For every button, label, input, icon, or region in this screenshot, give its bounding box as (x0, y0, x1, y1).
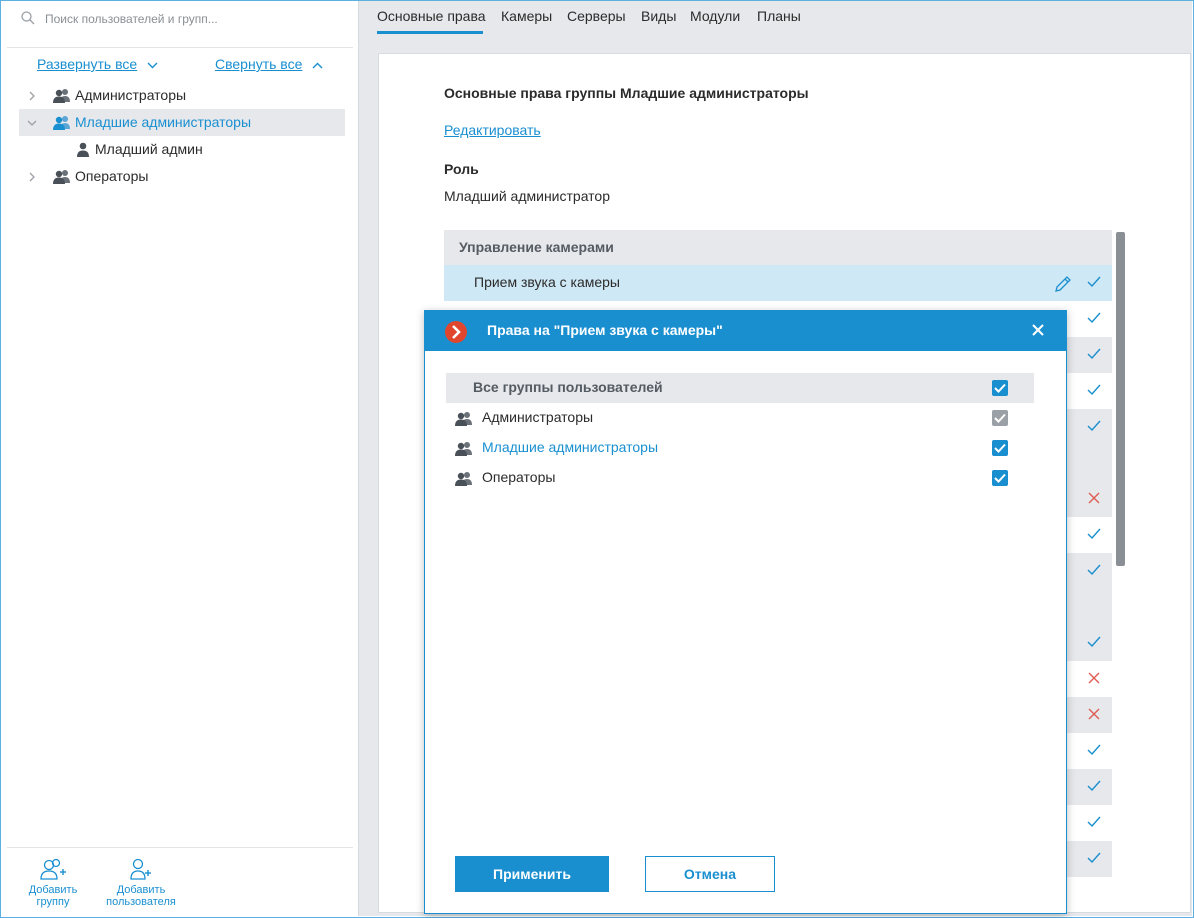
check-icon (1087, 312, 1101, 324)
expand-all-control[interactable]: Развернуть все (37, 56, 158, 72)
apply-button[interactable]: Применить (455, 856, 609, 892)
permission-dialog: Права на "Прием звука с камеры" Все груп… (424, 310, 1067, 914)
chevron-down-icon[interactable] (27, 120, 37, 126)
search-input[interactable] (43, 11, 347, 27)
tree-item-label: Младший админ (95, 141, 203, 157)
permission-label: Прием звука с камеры (474, 274, 620, 290)
user-group-icon (53, 89, 70, 103)
tree-item-operators[interactable]: Операторы (19, 163, 345, 190)
add-user-button[interactable]: Добавить пользователя (99, 858, 183, 908)
group-row-administrators[interactable]: Администраторы (446, 403, 1034, 433)
section-header-label: Управление камерами (459, 239, 614, 255)
check-icon (1087, 564, 1101, 576)
users-sidebar: Развернуть все Свернуть все Администрато… (1, 1, 359, 916)
check-icon (1087, 348, 1101, 360)
group-checkbox[interactable] (992, 470, 1008, 486)
add-group-button[interactable]: Добавить группу (21, 858, 85, 908)
check-icon (1087, 384, 1101, 396)
tree-controls: Развернуть все Свернуть все (37, 56, 327, 76)
tree-item-junior-administrators[interactable]: Младшие администраторы (19, 109, 345, 136)
chevron-right-icon[interactable] (29, 172, 35, 182)
add-user-label-line2: пользователя (106, 896, 176, 908)
role-heading: Роль (444, 161, 479, 177)
tab-servers[interactable]: Серверы (567, 8, 626, 24)
tree-item-label: Операторы (75, 168, 149, 184)
sidebar-bottom-bar: Добавить группу Добавить пользователя (7, 847, 353, 917)
app-logo-icon (445, 321, 467, 343)
user-group-icon (455, 472, 472, 486)
section-header: Управление камерами (444, 230, 1112, 265)
user-group-icon (455, 442, 472, 456)
tab-cameras[interactable]: Камеры (501, 8, 552, 24)
cross-icon (1088, 492, 1100, 504)
edit-link[interactable]: Редактировать (444, 122, 541, 138)
check-icon (1087, 816, 1101, 828)
user-group-icon (53, 170, 70, 184)
add-user-label-line1: Добавить (116, 884, 166, 896)
tab-basic-rights[interactable]: Основные права (377, 8, 486, 24)
all-groups-label: Все группы пользователей (473, 379, 663, 395)
user-icon (77, 142, 89, 157)
scrollbar[interactable] (1116, 232, 1125, 566)
dialog-header: Права на "Прием звука с камеры" (425, 311, 1066, 351)
search-bar (7, 1, 353, 48)
tree-item-junior-admin-user[interactable]: Младший админ (19, 136, 345, 163)
user-group-icon (455, 412, 472, 426)
all-groups-checkbox[interactable] (992, 380, 1008, 396)
group-label: Администраторы (482, 409, 594, 425)
expand-all-link[interactable]: Развернуть все (37, 56, 137, 72)
dialog-title: Права на "Прием звука с камеры" (487, 322, 723, 338)
search-icon (21, 11, 35, 28)
user-group-icon (53, 116, 70, 130)
check-icon (1087, 636, 1101, 648)
all-groups-row[interactable]: Все группы пользователей (446, 373, 1034, 403)
group-label: Младшие администраторы (482, 439, 659, 455)
pencil-icon[interactable] (1053, 274, 1073, 294)
active-tab-indicator (377, 31, 483, 34)
cancel-button[interactable]: Отмена (645, 856, 775, 892)
check-icon (1087, 528, 1101, 540)
check-icon (1087, 276, 1101, 288)
group-label: Операторы (482, 469, 556, 485)
group-row-junior-administrators[interactable]: Младшие администраторы (446, 433, 1034, 463)
tree-item-label: Младшие администраторы (75, 114, 252, 130)
add-group-label-line2: группу (36, 896, 70, 908)
role-value: Младший администратор (444, 188, 611, 204)
tab-modules[interactable]: Модули (690, 8, 740, 24)
collapse-all-control[interactable]: Свернуть все (215, 56, 323, 72)
check-icon (1087, 744, 1101, 756)
add-group-label-line1: Добавить (28, 884, 78, 896)
cross-icon (1088, 708, 1100, 720)
add-user-icon (130, 858, 151, 880)
tree-item-label: Администраторы (75, 87, 187, 103)
collapse-all-link[interactable]: Свернуть все (215, 56, 302, 72)
tree-item-administrators[interactable]: Администраторы (19, 82, 345, 109)
check-icon (1087, 780, 1101, 792)
tab-views[interactable]: Виды (641, 8, 676, 24)
chevron-down-icon (147, 62, 158, 69)
group-checkbox[interactable] (992, 440, 1008, 456)
chevron-right-icon[interactable] (29, 91, 35, 101)
page-title: Основные права группы Младшие администра… (444, 85, 809, 101)
tab-plans[interactable]: Планы (757, 8, 801, 24)
close-icon[interactable] (1031, 323, 1045, 337)
table-row[interactable]: Прием звука с камеры (444, 265, 1112, 301)
add-group-icon (40, 858, 66, 880)
check-icon (1087, 852, 1101, 864)
check-icon (1087, 420, 1101, 432)
chevron-up-icon (312, 62, 323, 69)
group-row-operators[interactable]: Операторы (446, 463, 1034, 493)
cross-icon (1088, 672, 1100, 684)
group-checkbox-disabled (992, 410, 1008, 426)
